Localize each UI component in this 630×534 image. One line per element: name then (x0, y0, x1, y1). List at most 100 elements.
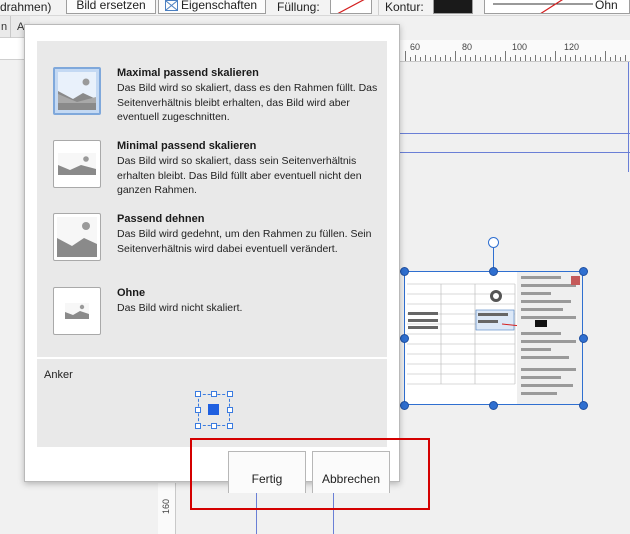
ruler-tick (545, 55, 546, 61)
ruler-tick (440, 57, 441, 61)
outline-swatch[interactable] (433, 0, 473, 14)
anchor-point-bm[interactable] (211, 423, 217, 429)
anchor-point-br[interactable] (227, 423, 233, 429)
anchor-point-tl[interactable] (195, 391, 201, 397)
stroke-value: Ohn (595, 0, 618, 12)
no-scale-graphic (65, 303, 89, 319)
ruler-tick (460, 57, 461, 61)
horizontal-ruler: 60 80 100 120 (400, 40, 630, 62)
ruler-tick (595, 55, 596, 61)
resize-handle-tm[interactable] (489, 267, 498, 276)
ruler-tick (495, 55, 496, 61)
scaling-options: Maximal passend skalieren Das Bild wird … (37, 41, 387, 353)
ruler-tick (615, 55, 616, 61)
resize-handle-ml[interactable] (400, 334, 409, 343)
image-thumbnail (405, 272, 582, 404)
scale-max-graphic (58, 72, 96, 110)
ruler-tick (425, 55, 426, 61)
ruler-tick (415, 55, 416, 61)
guide-line (628, 62, 629, 172)
scale-min-graphic (58, 153, 96, 175)
fill-label: Füllung: (277, 0, 320, 14)
ruler-tick (500, 57, 501, 61)
ruler-tick (580, 57, 581, 61)
anchor-point-bl[interactable] (195, 423, 201, 429)
ruler-tick (480, 57, 481, 61)
option-scale-max[interactable]: Maximal passend skalieren Das Bild wird … (53, 67, 383, 129)
stretch-icon[interactable] (53, 213, 101, 261)
ruler-tick-label: 120 (564, 42, 580, 52)
option-description: Das Bild wird so skaliert, dass es den R… (117, 82, 378, 123)
ruler-tick (525, 55, 526, 61)
ruler-tick (565, 55, 566, 61)
replace-image-button[interactable]: Bild ersetzen (66, 0, 156, 14)
ruler-tick (485, 55, 486, 61)
ruler-tick (585, 55, 586, 61)
fill-swatch[interactable] (330, 0, 372, 14)
anchor-point-mr[interactable] (227, 407, 233, 413)
ruler-tick-label: 80 (462, 42, 473, 52)
frame-label: drahmen) (0, 0, 52, 14)
outline-label: Kontur: (385, 0, 424, 14)
option-title: Maximal passend skalieren (117, 67, 259, 79)
ruler-tick (535, 55, 536, 61)
selected-image-frame[interactable] (404, 271, 583, 405)
ruler-tick (410, 57, 411, 61)
tab-divider (10, 16, 11, 38)
ruler-tick (475, 55, 476, 61)
ruler-tick-label: 100 (512, 42, 528, 52)
option-description: Das Bild wird so skaliert, dass sein Sei… (117, 155, 362, 196)
no-scale-icon[interactable] (53, 287, 101, 335)
anchor-label: Anker (44, 369, 73, 381)
ruler-tick (490, 57, 491, 61)
ruler-tick (450, 57, 451, 61)
option-no-scale[interactable]: Ohne Das Bild wird nicht skaliert. (53, 287, 383, 349)
no-fill-icon (337, 0, 365, 13)
option-description: Das Bild wird gedehnt, um den Rahmen zu … (117, 228, 372, 255)
ruler-tick (520, 57, 521, 61)
properties-button[interactable]: Eigenschaften (158, 0, 266, 14)
toolbar: drahmen) Bild ersetzen Eigenschaften Fül… (0, 0, 630, 16)
anchor-point-ml[interactable] (195, 407, 201, 413)
ruler-tick (540, 57, 541, 61)
resize-handle-bm[interactable] (489, 401, 498, 410)
ruler-tick (515, 55, 516, 61)
ruler-tick (560, 57, 561, 61)
anchor-point-center[interactable] (208, 404, 219, 415)
ruler-tick (590, 57, 591, 61)
resize-handle-mr[interactable] (579, 334, 588, 343)
resize-handle-tr[interactable] (579, 267, 588, 276)
ruler-tick (430, 57, 431, 61)
highlight-box (190, 438, 430, 510)
anchor-point-tm[interactable] (211, 391, 217, 397)
stroke-style-dropdown[interactable]: Ohn (484, 0, 630, 14)
ruler-tick (610, 57, 611, 61)
vertical-ruler-tick-label: 160 (161, 498, 171, 514)
properties-label: Eigenschaften (181, 0, 258, 12)
ruler-tick (620, 57, 621, 61)
ruler-tick (605, 51, 606, 61)
resize-handle-bl[interactable] (400, 401, 409, 410)
guide-line (400, 152, 630, 153)
ruler-tick (470, 57, 471, 61)
option-scale-min[interactable]: Minimal passend skalieren Das Bild wird … (53, 140, 383, 202)
ruler-tick (600, 57, 601, 61)
option-title: Minimal passend skalieren (117, 140, 257, 152)
option-stretch[interactable]: Passend dehnen Das Bild wird gedehnt, um… (53, 213, 383, 275)
ruler-tick (530, 57, 531, 61)
ruler-tick (420, 57, 421, 61)
ruler-tick (555, 51, 556, 61)
popup-content: Maximal passend skalieren Das Bild wird … (37, 41, 387, 447)
resize-handle-br[interactable] (579, 401, 588, 410)
scale-min-icon[interactable] (53, 140, 101, 188)
tab-first[interactable]: n (1, 21, 7, 33)
anchor-point-tr[interactable] (227, 391, 233, 397)
ruler-tick (510, 57, 511, 61)
ruler-tick (435, 55, 436, 61)
ruler-tick (445, 55, 446, 61)
rotate-handle[interactable] (488, 237, 499, 248)
resize-handle-tl[interactable] (400, 267, 409, 276)
scale-max-icon[interactable] (53, 67, 101, 115)
section-separator (37, 357, 387, 359)
stretch-graphic (57, 217, 97, 257)
